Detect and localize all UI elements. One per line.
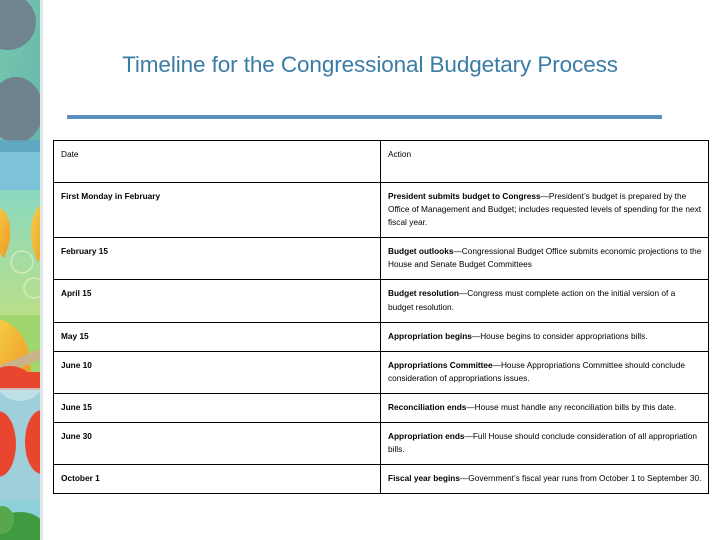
- cell-action: Budget resolution—Congress must complete…: [380, 279, 709, 323]
- strip-edge-divider: [40, 0, 43, 540]
- page-title: Timeline for the Congressional Budgetary…: [122, 52, 618, 77]
- action-lead-in: Reconciliation ends: [388, 401, 467, 412]
- table-row: First Monday in February President submit…: [53, 181, 709, 239]
- table-header-row: Date Action: [53, 140, 709, 183]
- table-row: June 30 Appropriation ends—Full House sho…: [53, 422, 709, 466]
- action-description: —House must handle any reconciliation bi…: [466, 401, 677, 412]
- cell-action: Appropriation ends—Full House should con…: [380, 422, 709, 466]
- action-lead-in: Budget outlooks: [388, 246, 454, 257]
- action-lead-in: Appropriation ends: [388, 431, 465, 442]
- cell-date: May 15: [53, 321, 381, 352]
- table-row: May 15 Appropriation begins—House begins …: [53, 321, 709, 352]
- cell-date: June 15: [53, 392, 381, 424]
- cell-action: Reconciliation ends—House must handle an…: [380, 392, 709, 424]
- action-lead-in: Appropriation begins: [388, 330, 472, 341]
- cell-date: February 15: [53, 237, 381, 281]
- cell-date: First Monday in February: [53, 181, 381, 239]
- table-row: February 15 Budget outlooks—Congressional…: [53, 237, 709, 281]
- cell-date: June 10: [53, 350, 381, 394]
- cell-action: Appropriations Committee—House Appropria…: [380, 350, 709, 394]
- table-row: June 10 Appropriations Committee—House Ap…: [53, 350, 709, 394]
- column-header-action: Action: [380, 140, 709, 183]
- action-lead-in: President submits budget to Congress: [388, 191, 541, 201]
- cell-date: April 15: [53, 279, 381, 323]
- action-description: —Government’s fiscal year runs from Octo…: [459, 473, 702, 484]
- cell-action: Appropriation begins—House begins to con…: [380, 321, 709, 352]
- column-header-date: Date: [53, 140, 381, 183]
- action-description: —House begins to consider appropriations…: [471, 330, 648, 341]
- budget-timeline-table: Date Action First Monday in February Pres…: [53, 140, 709, 495]
- title-underline-rule: [67, 115, 662, 119]
- table-row: October 1 Fiscal year begins—Government’s…: [53, 464, 709, 495]
- cell-action: Budget outlooks—Congressional Budget Off…: [380, 237, 709, 281]
- action-lead-in: Budget resolution: [388, 288, 459, 299]
- table-row: April 15 Budget resolution—Congress must …: [53, 279, 709, 323]
- cell-action: President submits budget to Congress—Pre…: [380, 181, 709, 239]
- decorative-image-strip: [0, 0, 40, 540]
- cell-date: June 30: [53, 422, 381, 466]
- cell-date: October 1: [53, 464, 381, 495]
- action-lead-in: Fiscal year begins: [388, 473, 460, 484]
- table-row: June 15 Reconciliation ends—House must ha…: [53, 392, 709, 424]
- cell-action: Fiscal year begins—Government’s fiscal y…: [380, 464, 709, 495]
- action-lead-in: Appropriations Committee: [388, 359, 493, 370]
